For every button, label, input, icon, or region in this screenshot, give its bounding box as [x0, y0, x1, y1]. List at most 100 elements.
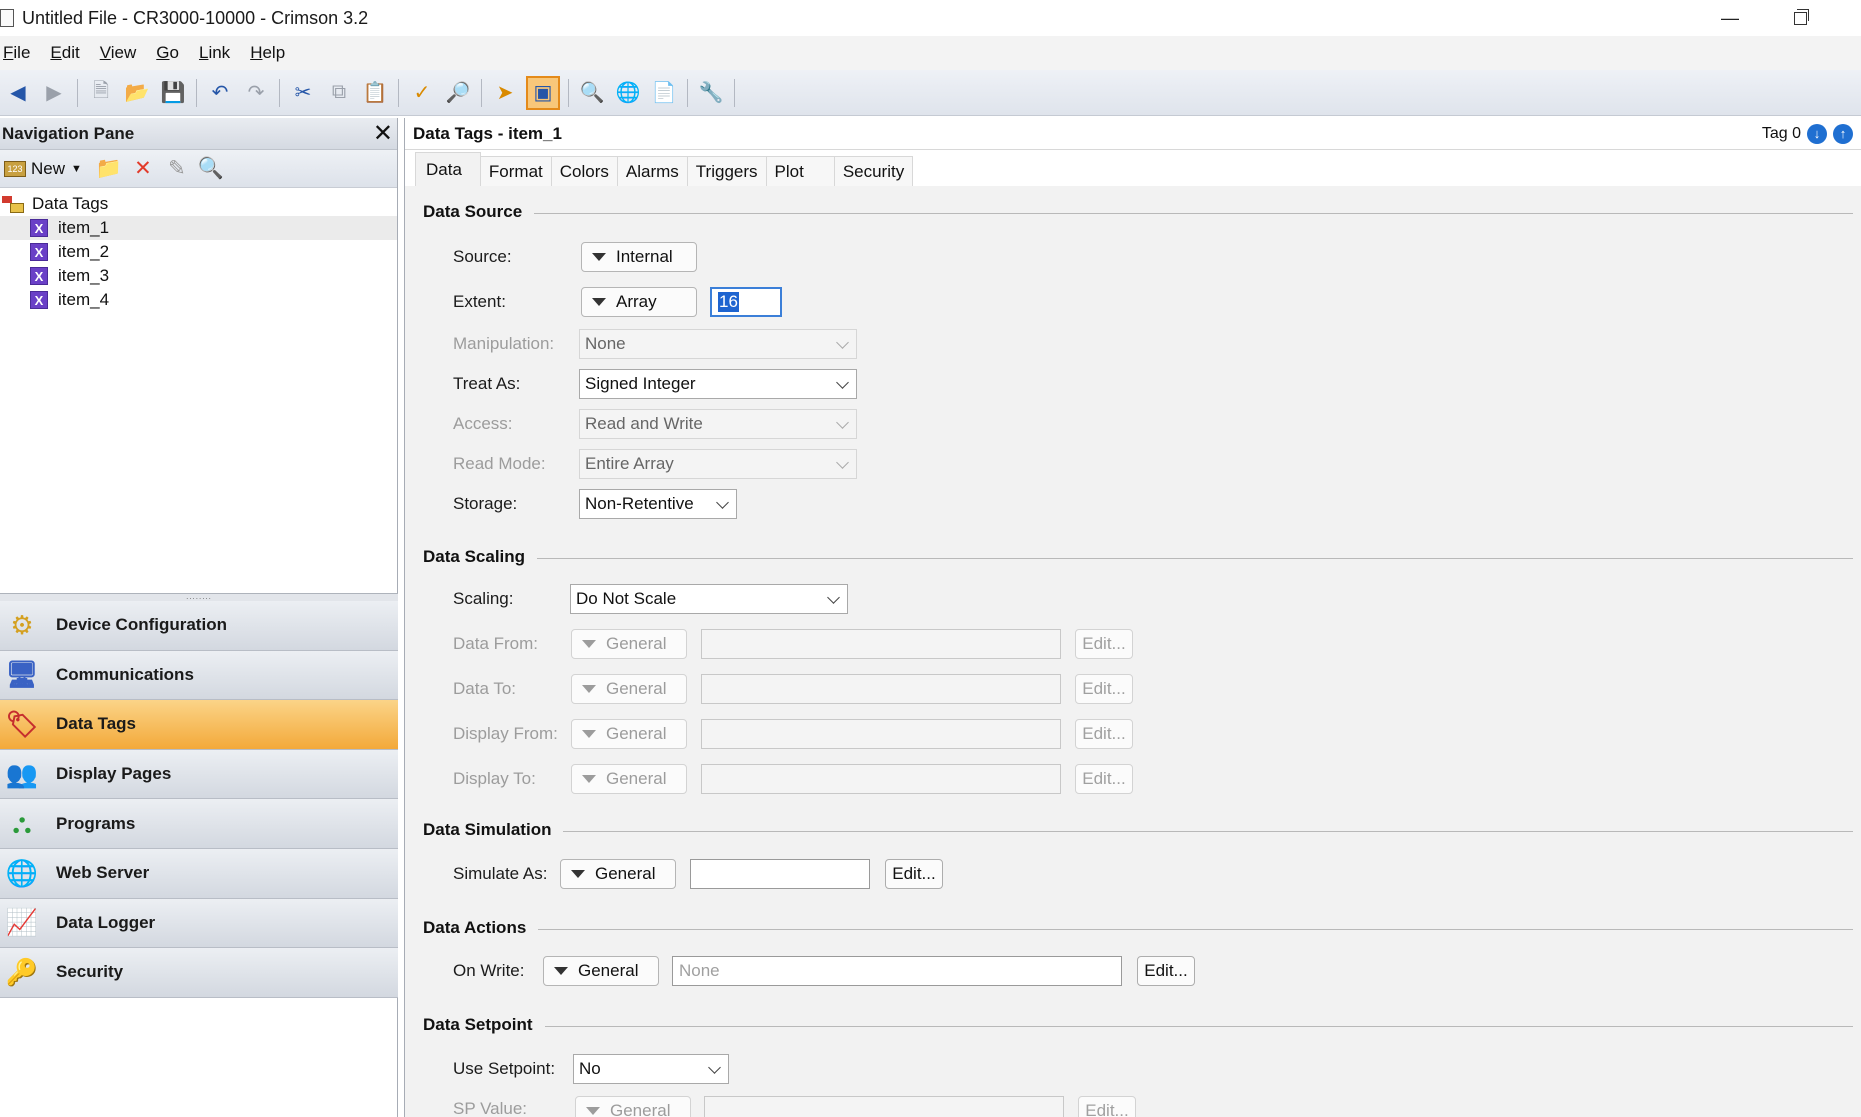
data-from-type-dropdown[interactable]: General — [571, 629, 687, 659]
print-preview-icon[interactable]: 🔍 — [577, 78, 607, 108]
tab-plot[interactable]: Plot — [765, 156, 835, 186]
source-dropdown[interactable]: Internal — [581, 242, 697, 272]
tab-alarms[interactable]: Alarms — [616, 156, 688, 186]
minimize-button[interactable]: — — [1700, 0, 1760, 36]
manipulation-select[interactable]: None — [579, 329, 857, 359]
scaling-row: Scaling: — [453, 583, 513, 615]
category-data-logger[interactable]: 📈 Data Logger — [0, 898, 398, 949]
prev-tag-icon[interactable]: ↑ — [1833, 123, 1853, 144]
tree-item[interactable]: X item_3 — [0, 264, 397, 288]
menu-edit[interactable]: Edit — [47, 43, 88, 63]
use-setpoint-select[interactable]: No — [573, 1054, 729, 1084]
tab-security[interactable]: Security — [833, 156, 914, 186]
redo-icon[interactable]: ↷ — [241, 78, 271, 108]
menu-file[interactable]: File — [0, 43, 39, 63]
key-icon: 🔑 — [5, 956, 39, 987]
category-web-server[interactable]: 🌐 Web Server — [0, 848, 398, 899]
menu-link[interactable]: Link — [196, 43, 239, 63]
menu-help[interactable]: Help — [247, 43, 294, 63]
display-to-field[interactable] — [701, 764, 1061, 794]
tab-data[interactable]: Data — [415, 152, 481, 186]
treat-as-select[interactable]: Signed Integer — [579, 369, 857, 399]
toolbar-separator — [279, 78, 280, 107]
sp-value-edit-button[interactable]: Edit... — [1078, 1096, 1136, 1117]
web-icon[interactable]: 🌐 — [613, 78, 643, 108]
display-to-type-dropdown[interactable]: General — [571, 764, 687, 794]
save-icon[interactable]: 💾 — [158, 78, 188, 108]
undo-icon[interactable]: ↶ — [205, 78, 235, 108]
data-to-type-dropdown[interactable]: General — [571, 674, 687, 704]
data-from-field[interactable] — [701, 629, 1061, 659]
on-write-row: On Write: — [453, 955, 524, 987]
open-folder-icon[interactable]: 📂 — [122, 78, 152, 108]
page-icon[interactable]: 📄 — [649, 78, 679, 108]
tag-icon: X — [30, 267, 48, 285]
tools-icon[interactable]: 🔧 — [696, 78, 726, 108]
simulate-as-field[interactable] — [690, 859, 870, 889]
display-from-type-dropdown[interactable]: General — [571, 719, 687, 749]
on-write-field[interactable]: None — [672, 956, 1122, 986]
storage-select[interactable]: Non-Retentive — [579, 489, 737, 519]
display-to-edit-button[interactable]: Edit... — [1075, 764, 1133, 794]
section-title: Data Simulation — [423, 820, 552, 839]
rename-icon[interactable]: ✎ — [162, 156, 192, 181]
cut-icon[interactable]: ✂ — [288, 78, 318, 108]
toolbar: ◀ ▶ 🗎 📂 💾 ↶ ↷ ✂ ⧉ 📋 ✓ 🔎 ➤ ▣ 🔍 🌐 📄 🔧 — [0, 70, 1861, 116]
category-label: Security — [56, 962, 124, 982]
category-label: Display Pages — [56, 764, 172, 784]
data-to-field[interactable] — [701, 674, 1061, 704]
category-security[interactable]: 🔑 Security — [0, 948, 398, 998]
paste-icon[interactable]: 📋 — [360, 78, 390, 108]
chevron-down-icon — [836, 416, 849, 429]
scaling-select[interactable]: Do Not Scale — [570, 584, 848, 614]
category-programs[interactable]: ⛬ Programs — [0, 799, 398, 849]
category-communications[interactable]: 🖥 Communications — [0, 650, 398, 701]
display-from-edit-button[interactable]: Edit... — [1075, 719, 1133, 749]
extent-count-field[interactable]: 16 — [710, 287, 782, 317]
sp-value-field[interactable] — [704, 1096, 1064, 1117]
new-button[interactable]: 123 New ▼ — [4, 159, 82, 179]
restore-button[interactable] — [1770, 0, 1830, 36]
tree-item[interactable]: X item_2 — [0, 240, 397, 264]
simulate-as-dropdown[interactable]: General — [560, 859, 676, 889]
menu-view[interactable]: View — [97, 43, 146, 63]
access-select[interactable]: Read and Write — [579, 409, 857, 439]
forward-icon[interactable]: ▶ — [39, 78, 69, 108]
data-to-edit-button[interactable]: Edit... — [1075, 674, 1133, 704]
display-toggle-icon[interactable]: ▣ — [526, 75, 560, 110]
select-all-icon[interactable]: ✓ — [407, 78, 437, 108]
pane-splitter[interactable]: ........ — [0, 593, 398, 601]
category-label: Device Configuration — [56, 615, 227, 635]
globe-icon: 🌐 — [5, 857, 39, 888]
read-mode-select[interactable]: Entire Array — [579, 449, 857, 479]
tab-format[interactable]: Format — [479, 156, 552, 186]
new-folder-icon[interactable]: 📁 — [94, 157, 124, 181]
display-from-field[interactable] — [701, 719, 1061, 749]
close-icon[interactable]: ✕ — [373, 121, 393, 146]
menu-go[interactable]: Go — [153, 43, 188, 63]
category-display-pages[interactable]: 👥 Display Pages — [0, 749, 398, 800]
simulate-as-edit-button[interactable]: Edit... — [885, 859, 943, 889]
data-from-edit-button[interactable]: Edit... — [1075, 629, 1133, 659]
link-send-icon[interactable]: ➤ — [490, 78, 520, 108]
extent-dropdown[interactable]: Array — [581, 287, 697, 317]
copy-icon[interactable]: ⧉ — [324, 78, 354, 108]
on-write-dropdown[interactable]: General — [543, 956, 659, 986]
new-file-icon[interactable]: 🗎 — [86, 78, 116, 108]
category-device-configuration[interactable]: ⚙ Device Configuration — [0, 601, 398, 651]
next-tag-icon[interactable]: ↓ — [1807, 123, 1827, 144]
tab-triggers[interactable]: Triggers — [686, 156, 767, 186]
tree-item[interactable]: X item_4 — [0, 288, 397, 312]
delete-icon[interactable]: ✕ — [128, 156, 158, 181]
search-icon[interactable]: 🔍 — [196, 157, 226, 181]
back-icon[interactable]: ◀ — [3, 78, 33, 108]
on-write-edit-button[interactable]: Edit... — [1137, 956, 1195, 986]
find-icon[interactable]: 🔎 — [443, 78, 473, 108]
data-to-label: Data To: — [453, 679, 517, 698]
sp-value-type-dropdown[interactable]: General — [575, 1096, 691, 1117]
tree-item[interactable]: X item_1 — [0, 216, 397, 240]
triangle-down-icon — [582, 640, 596, 648]
category-data-tags[interactable]: 🏷 Data Tags — [0, 700, 398, 750]
tree-root-data-tags[interactable]: Data Tags — [0, 192, 397, 216]
tab-colors[interactable]: Colors — [550, 156, 618, 186]
